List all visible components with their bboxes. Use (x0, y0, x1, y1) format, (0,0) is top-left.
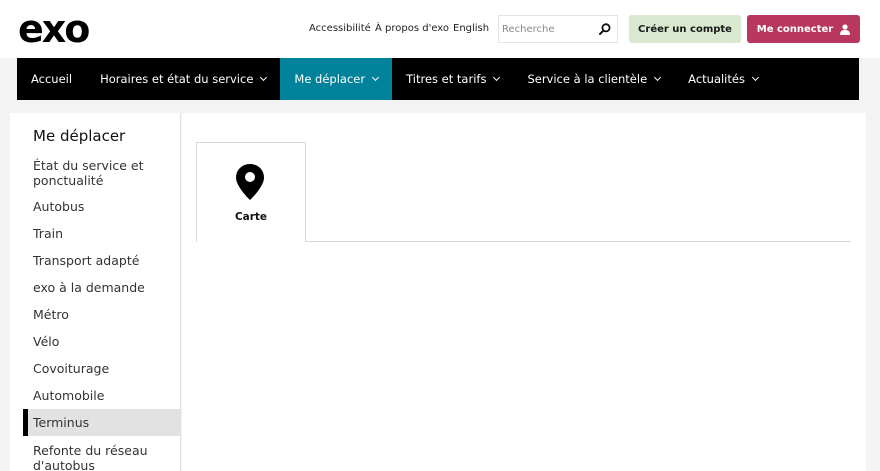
english-link[interactable]: English (453, 23, 489, 34)
nav-service-clientele[interactable]: Service à la clientèle (513, 58, 674, 100)
accessibility-link[interactable]: Accessibilité (309, 23, 371, 34)
login-button[interactable]: Me connecter (747, 15, 860, 43)
user-icon (840, 23, 851, 35)
tab-label: Carte (234, 211, 268, 223)
tab-carte[interactable]: Carte (196, 142, 306, 242)
search-box (498, 15, 618, 43)
search-input[interactable] (499, 16, 595, 42)
sidebar-item-autobus[interactable]: Autobus (23, 199, 180, 214)
tab-divider (305, 241, 851, 242)
login-button-label: Me connecter (756, 23, 834, 35)
sidebar-item-etat-service[interactable]: État du service et ponctualité (23, 158, 153, 188)
nav-label: Actualités (688, 72, 745, 86)
sidebar-item-metro[interactable]: Métro (23, 307, 180, 322)
sidebar-item-automobile[interactable]: Automobile (23, 388, 180, 403)
search-icon[interactable] (598, 22, 612, 36)
sidebar-item-covoiturage[interactable]: Covoiturage (23, 361, 180, 376)
sidebar-item-terminus[interactable]: Terminus (23, 409, 180, 436)
chevron-down-icon (751, 73, 760, 81)
sidebar-title: Me déplacer (33, 127, 126, 145)
nav-label: Service à la clientèle (527, 72, 648, 86)
sidebar-item-train[interactable]: Train (23, 226, 180, 241)
sidebar: Me déplacer État du service et ponctuali… (10, 113, 181, 471)
nav-actualites[interactable]: Actualités (674, 58, 772, 100)
sidebar-item-transport-adapte[interactable]: Transport adapté (23, 253, 180, 268)
chevron-down-icon (493, 73, 501, 81)
top-bar: exo Accessibilité À propos d'exo English… (0, 0, 880, 58)
nav-label: Titres et tarifs (406, 72, 487, 86)
nav-label: Accueil (31, 72, 73, 86)
create-account-button[interactable]: Créer un compte (629, 15, 741, 43)
nav-titres-tarifs[interactable]: Titres et tarifs (392, 58, 513, 100)
nav-label: Horaires et état du service (100, 72, 254, 86)
nav-me-deplacer[interactable]: Me déplacer (280, 58, 393, 100)
sidebar-item-refonte-reseau[interactable]: Refonte du réseau d'autobus (23, 443, 153, 471)
nav-accueil[interactable]: Accueil (17, 58, 86, 100)
chevron-down-icon (260, 73, 268, 81)
sidebar-item-velo[interactable]: Vélo (23, 334, 180, 349)
main-content: Carte (182, 113, 866, 471)
exo-logo[interactable]: exo (18, 10, 90, 48)
nav-horaires[interactable]: Horaires et état du service (86, 58, 280, 100)
sidebar-item-exo-demande[interactable]: exo à la demande (23, 280, 180, 295)
main-nav: Accueil Horaires et état du service Me d… (17, 58, 859, 100)
chevron-down-icon (654, 73, 662, 81)
chevron-down-icon (372, 73, 380, 81)
about-link[interactable]: À propos d'exo (375, 23, 449, 34)
nav-label: Me déplacer (294, 72, 366, 86)
map-pin-icon (236, 164, 264, 200)
